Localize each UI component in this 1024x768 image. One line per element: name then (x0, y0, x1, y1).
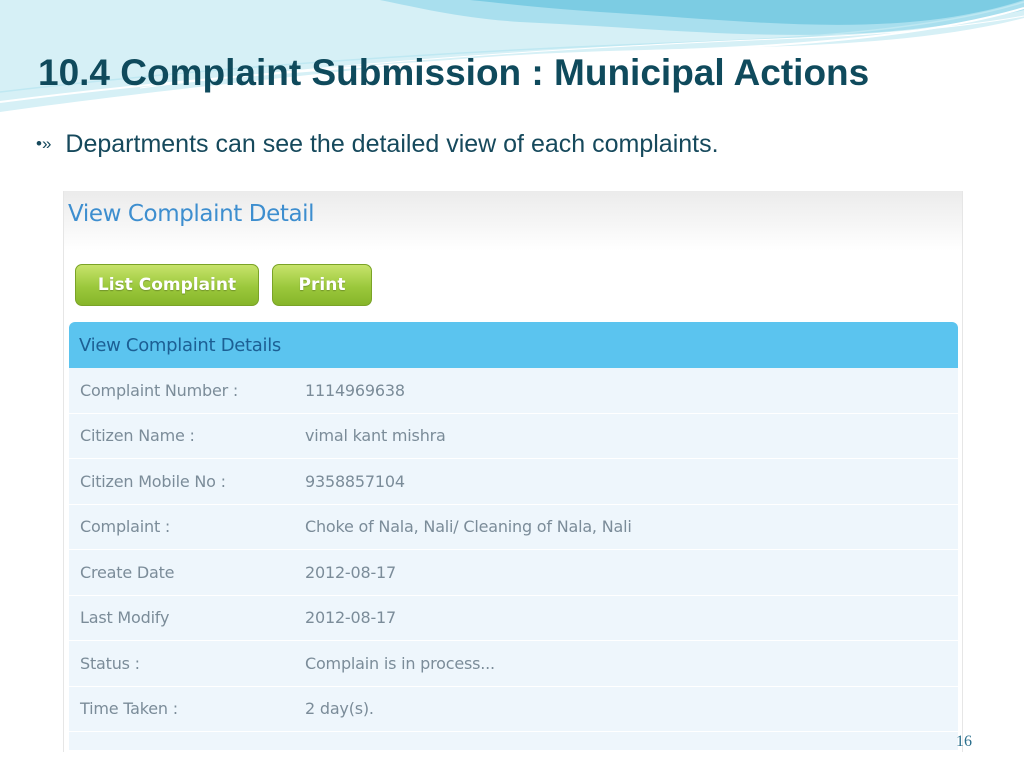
detail-row-create-date: Create Date 2012-08-17 (69, 550, 958, 596)
detail-row-last-modify: Last Modify 2012-08-17 (69, 596, 958, 641)
detail-value: vimal kant mishra (305, 426, 446, 446)
list-complaint-button[interactable]: List Complaint (75, 264, 259, 306)
detail-value: 1114969638 (305, 380, 405, 400)
detail-value: 2 day(s). (305, 699, 374, 719)
slide-title: 10.4 Complaint Submission : Municipal Ac… (38, 52, 870, 93)
bullet-point: •» Departments can see the detailed view … (36, 130, 719, 159)
detail-label: Complaint : (80, 517, 171, 537)
bullet-text: Departments can see the detailed view of… (65, 130, 719, 158)
print-button[interactable]: Print (272, 264, 372, 306)
detail-row-time-taken: Time Taken : 2 day(s). (69, 687, 958, 732)
bullet-arrow-icon: •» (36, 134, 52, 153)
detail-row-complaint-number: Complaint Number : 1114969638 (69, 368, 958, 414)
detail-label: Citizen Name : (80, 426, 195, 446)
detail-label: Create Date (80, 562, 175, 582)
detail-row-citizen-mobile: Citizen Mobile No : 9358857104 (69, 459, 958, 505)
detail-row-complaint: Complaint : Choke of Nala, Nali/ Cleanin… (69, 505, 958, 550)
detail-value: 2012-08-17 (305, 562, 396, 582)
detail-value: 9358857104 (305, 471, 405, 491)
complaint-detail-screenshot: View Complaint Detail List Complaint Pri… (63, 191, 963, 752)
detail-label: Time Taken : (80, 699, 178, 719)
complaint-details-panel: View Complaint Details Complaint Number … (69, 322, 958, 750)
page-number: 16 (956, 733, 972, 750)
detail-label: Last Modify (80, 608, 170, 628)
detail-value: Choke of Nala, Nali/ Cleaning of Nala, N… (305, 517, 632, 537)
page-title: View Complaint Detail (68, 201, 315, 227)
detail-label: Status : (80, 653, 140, 673)
detail-value: 2012-08-17 (305, 608, 396, 628)
detail-label: Complaint Number : (80, 380, 239, 400)
detail-row-citizen-name: Citizen Name : vimal kant mishra (69, 414, 958, 459)
detail-label: Citizen Mobile No : (80, 471, 226, 491)
detail-row-status: Status : Complain is in process... (69, 641, 958, 687)
screenshot-header: View Complaint Detail (64, 191, 962, 251)
detail-value: Complain is in process... (305, 653, 495, 673)
panel-header: View Complaint Details (69, 322, 958, 368)
